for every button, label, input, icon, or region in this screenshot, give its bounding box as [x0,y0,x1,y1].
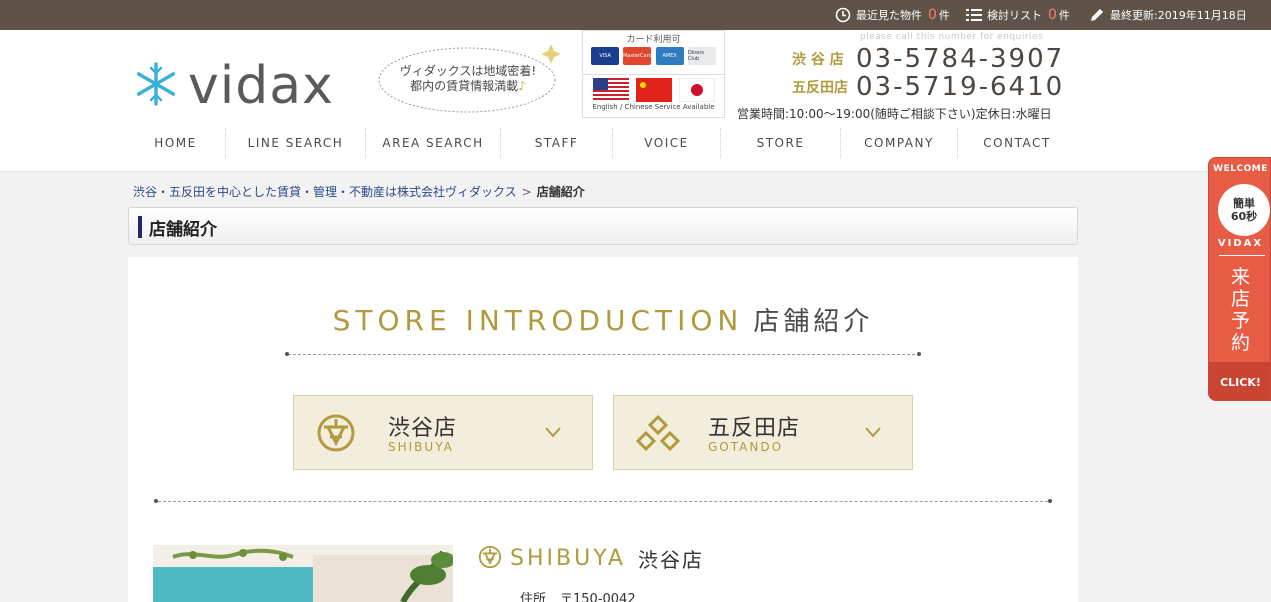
us-flag-icon [592,78,629,102]
nav-company[interactable]: COMPANY [841,128,958,158]
phone-store-label: 渋 谷 店 [792,52,844,68]
breadcrumb-current: 店舗紹介 [536,185,585,199]
badge-line-2: 60秒 [1230,210,1258,223]
page-title-box: 店舗紹介 [128,207,1078,245]
store-visit-reservation-tab[interactable]: WELCOME 簡単 60秒 VIDAX 来 店 予 約 CLICK! [1208,157,1271,401]
pencil-icon [1089,7,1105,23]
side-tab-brand: VIDAX [1217,238,1264,249]
breadcrumb: 渋谷・五反田を中心とした賃貸・管理・不動産は株式会社ヴィダックス > 店舗紹介 [133,183,585,200]
side-tab-divider [1219,255,1265,256]
vertical-char: 予 [1230,310,1250,332]
global-nav: HOME LINE SEARCH AREA SEARCH STAFF VOICE… [126,128,1076,158]
section-title-en: STORE INTRODUCTION [332,304,744,337]
clock-icon [835,7,851,23]
divider-dot [285,352,289,356]
shibuya-emblem-icon [316,413,356,457]
logo-text: vidax [188,56,334,116]
recently-viewed-unit: 件 [938,9,950,22]
recently-viewed-count: 0 [928,7,937,23]
chevron-down-icon [544,423,562,445]
flags-caption: English / Chinese Service Available [592,103,715,111]
vertical-char: 約 [1230,332,1250,354]
vidax-logo[interactable]: vidax [132,60,334,112]
phone-number: 03-5784-3907 [856,44,1065,74]
consider-list-label: 検討リスト [987,9,1042,22]
phone-gotanda[interactable]: 五反田店 03-5719-6410 [792,74,1064,100]
nav-line-search[interactable]: LINE SEARCH [226,128,366,158]
address-label: 住所 [520,592,547,602]
shibuya-heading-ja: 渋谷店 [637,548,704,572]
amex-icon: AMEX [655,47,684,65]
shibuya-emblem-icon [478,545,502,573]
site-header: vidax ヴィダックスは地域密着! 都内の賃貸情報満載♪ カード利用可 VIS… [0,30,1271,172]
diners-icon: Diners Club [687,47,716,65]
consider-list-link[interactable]: 検討リスト 0 件 [966,7,1070,23]
consider-list-unit: 件 [1058,9,1070,22]
welcome-text: WELCOME [1213,164,1268,174]
store-name-en: SHIBUYA [388,440,454,454]
phone-store-label: 五反田店 [792,80,848,96]
cards-title: カード利用可 [626,35,681,45]
consider-list-count: 0 [1048,7,1057,23]
phone-number: 03-5719-6410 [856,72,1065,102]
visa-icon: VISA [591,47,620,65]
bubble-line-1: ヴィダックスは地域密着! [399,64,537,78]
store-name-ja: 渋谷店 [388,416,458,441]
address-value: 〒150-0042 [560,592,636,602]
store-button-gotanda[interactable]: 五反田店 GOTANDO [613,395,913,470]
japan-flag-icon [678,78,715,102]
store-name-en: GOTANDO [708,440,784,454]
shibuya-heading-en: SHIBUYA [510,546,626,571]
shibuya-address: 住所 〒150-0042 [520,588,636,602]
list-icon [966,8,982,22]
music-note-icon: ♪ [518,79,526,93]
divider-dot [1048,499,1052,503]
nav-home[interactable]: HOME [126,128,226,158]
bubble-line-2: 都内の賃貸情報満載 [410,79,519,93]
side-tab-vertical-text: 来 店 予 約 [1209,266,1270,354]
nav-staff[interactable]: STAFF [501,128,613,158]
vertical-char: 店 [1230,288,1250,310]
vertical-char: 来 [1230,266,1250,288]
section-title: STORE INTRODUCTION 店舗紹介 [128,301,1078,338]
divider-dot [917,352,921,356]
stores-divider [158,501,1048,502]
last-updated: 最終更新:2019年11月18日 [1089,7,1247,23]
breadcrumb-separator: > [521,185,532,199]
recently-viewed-link[interactable]: 最近見た物件 0 件 [835,7,950,23]
china-flag-icon [635,78,672,102]
nav-voice[interactable]: VOICE [613,128,721,158]
recently-viewed-label: 最近見た物件 [856,9,922,22]
shibuya-store-photo [153,545,453,602]
phone-shibuya[interactable]: 渋 谷 店 03-5784-3907 [792,46,1064,72]
click-label: CLICK! [1209,362,1270,400]
snowflake-icon [132,60,180,112]
mastercard-icon: MasterCard [623,47,652,65]
store-button-shibuya[interactable]: 渋谷店 SHIBUYA [293,395,593,470]
language-flags-box: English / Chinese Service Available [582,74,725,118]
shibuya-heading: SHIBUYA 渋谷店 [478,544,704,573]
business-hours: 営業時間:10:00〜19:00(随時ご相談下さい)定休日:水曜日 [737,107,1052,121]
chevron-down-icon [864,423,882,445]
section-title-ja: 店舗紹介 [753,307,874,337]
store-name-ja: 五反田店 [708,416,801,441]
phone-note: please call this number for enquiries [860,32,1044,42]
gotanda-emblem-icon [635,413,681,457]
breadcrumb-home-link[interactable]: 渋谷・五反田を中心とした賃貸・管理・不動産は株式会社ヴィダックス [133,185,517,199]
badge-line-1: 簡単 [1233,197,1255,210]
title-accent-bar [138,216,142,238]
speech-bubble: ヴィダックスは地域密着! 都内の賃貸情報満載♪ [375,40,561,116]
nav-contact[interactable]: CONTACT [958,128,1076,158]
main-content: STORE INTRODUCTION 店舗紹介 渋谷店 SHIBUYA 五反田店… [128,257,1078,602]
nav-store[interactable]: STORE [721,128,841,158]
top-bar: 最近見た物件 0 件 検討リスト 0 件 最終更新:2019年11月18日 [0,0,1271,30]
easy-60sec-badge: 簡単 60秒 [1218,184,1270,236]
title-divider [288,354,920,355]
nav-area-search[interactable]: AREA SEARCH [366,128,501,158]
page-title: 店舗紹介 [149,220,217,240]
divider-dot [154,499,158,503]
last-updated-text: 最終更新:2019年11月18日 [1110,9,1247,22]
